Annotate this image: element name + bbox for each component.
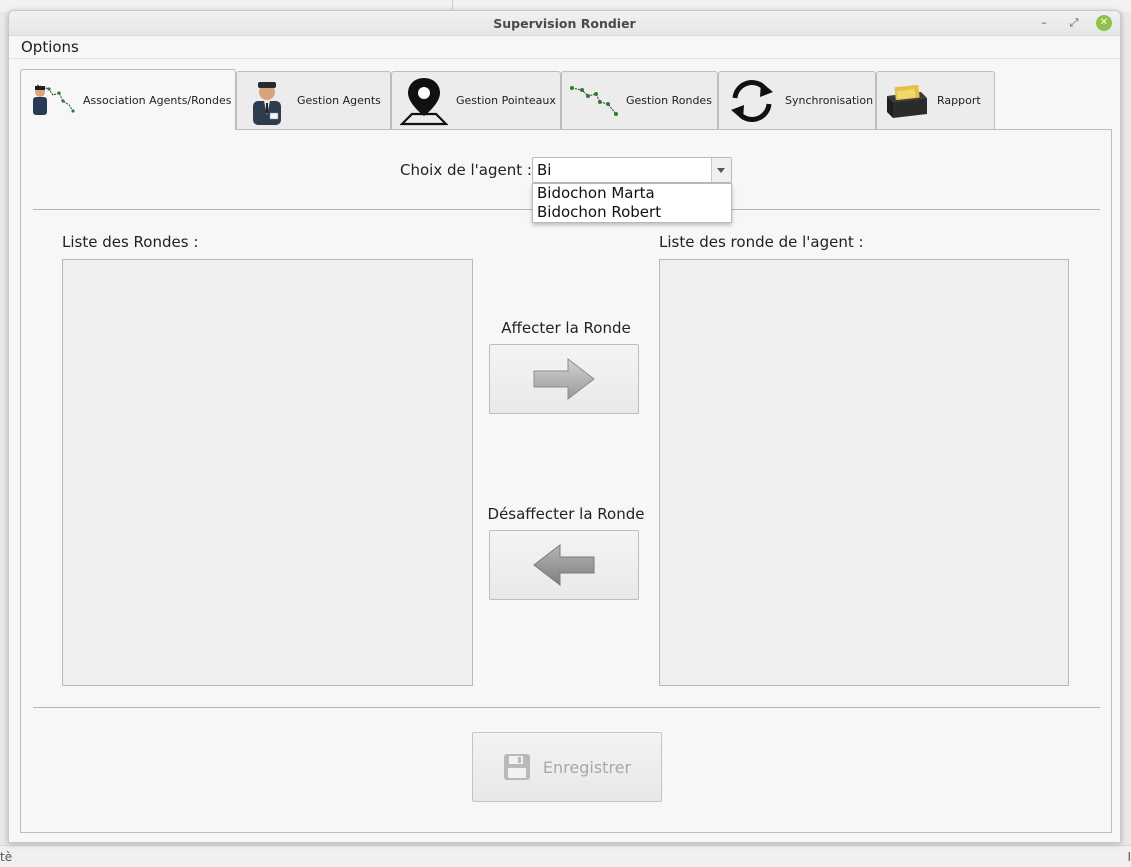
background-taskbar-strip: tè I — [0, 845, 1131, 867]
unassign-label: Désaffecter la Ronde — [487, 505, 645, 523]
menu-options[interactable]: Options — [21, 38, 79, 56]
tab-label: Association Agents/Rondes — [83, 93, 232, 107]
agent-combobox-value[interactable]: Bi — [537, 161, 551, 179]
assign-ronde-button[interactable] — [489, 344, 639, 414]
tab-label: Synchronisation — [785, 94, 874, 107]
chevron-down-icon[interactable] — [711, 158, 731, 182]
agent-combobox[interactable]: Bi — [532, 157, 732, 183]
floppy-disk-icon — [503, 754, 530, 780]
card-box-icon — [887, 84, 927, 118]
arrow-right-icon — [533, 357, 595, 401]
map-pin-icon — [400, 77, 448, 125]
separator-bottom — [33, 707, 1100, 708]
rondes-list-label: Liste des Rondes : — [62, 233, 199, 251]
menu-bar: Options — [9, 36, 1120, 59]
window-title: Supervision Rondier — [493, 16, 636, 31]
app-window: Supervision Rondier – ⤢ ✕ Options Associ… — [8, 10, 1121, 843]
maximize-button[interactable]: ⤢ — [1066, 15, 1082, 31]
tab-label: Rapport — [937, 94, 981, 107]
tab-label: Gestion Rondes — [626, 94, 712, 107]
background-edge-text-right: I — [1127, 850, 1131, 864]
agent-option[interactable]: Bidochon Robert — [533, 203, 731, 222]
tab-gestion-pointeaux[interactable]: Gestion Pointeaux — [391, 71, 561, 129]
minimize-button[interactable]: – — [1036, 15, 1052, 31]
route-path-icon — [570, 85, 618, 116]
agent-choice-label: Choix de l'agent : — [400, 161, 532, 179]
tab-gestion-agents[interactable]: Gestion Agents — [236, 71, 391, 129]
tab-association-agents-rondes[interactable]: Association Agents/Rondes — [20, 69, 236, 130]
agent-rondes-list[interactable] — [659, 259, 1069, 686]
agent-route-icon — [33, 84, 75, 115]
arrow-left-icon — [533, 543, 595, 587]
security-guard-icon — [253, 81, 281, 125]
tab-rapport[interactable]: Rapport — [876, 71, 995, 129]
tab-label: Gestion Agents — [297, 94, 381, 107]
save-button-label: Enregistrer — [542, 757, 632, 777]
agent-dropdown-list: Bidochon Marta Bidochon Robert — [532, 183, 732, 223]
agent-option[interactable]: Bidochon Marta — [533, 184, 731, 203]
tab-label: Gestion Pointeaux — [456, 94, 556, 107]
background-edge-text: tè — [0, 850, 13, 864]
agent-rondes-list-label: Liste des ronde de l'agent : — [659, 233, 864, 251]
sync-icon — [731, 79, 773, 122]
tab-synchronisation[interactable]: Synchronisation — [718, 71, 876, 129]
close-button[interactable]: ✕ — [1096, 15, 1112, 31]
title-bar[interactable]: Supervision Rondier – ⤢ ✕ — [9, 11, 1120, 36]
unassign-ronde-button[interactable] — [489, 530, 639, 600]
rondes-list[interactable] — [62, 259, 473, 686]
save-button[interactable]: Enregistrer — [472, 732, 662, 802]
assign-label: Affecter la Ronde — [501, 319, 631, 337]
tab-gestion-rondes[interactable]: Gestion Rondes — [561, 71, 718, 129]
